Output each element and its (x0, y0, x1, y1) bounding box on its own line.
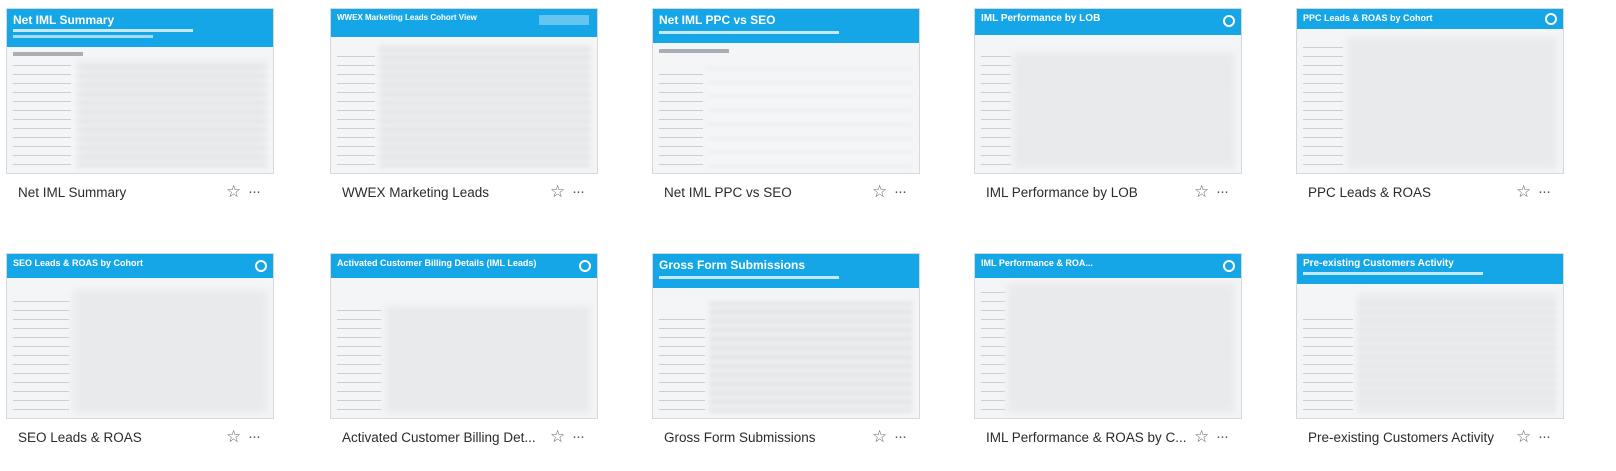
thumbnail-banner: Activated Customer Billing Details (IML … (331, 254, 597, 278)
thumbnail[interactable]: SEO Leads & ROAS by Cohort (6, 253, 274, 419)
card-title[interactable]: WWEX Marketing Leads (342, 185, 489, 200)
star-outline-icon[interactable]: ☆ (1194, 183, 1209, 200)
thumbnail-banner: Gross Form Submissions (653, 254, 919, 288)
star-outline-icon[interactable]: ☆ (226, 183, 241, 200)
blurred-table (73, 290, 267, 412)
star-outline-icon[interactable]: ☆ (1516, 183, 1531, 200)
card-title[interactable]: PPC Leads & ROAS (1308, 185, 1431, 200)
thumbnail[interactable]: Net IML Summary (6, 8, 274, 174)
card-title[interactable]: SEO Leads & ROAS (18, 430, 142, 445)
more-dots-icon[interactable]: ··· (1216, 184, 1229, 199)
thumbnail-title: SEO Leads & ROAS by Cohort (13, 258, 144, 268)
more-dots-icon[interactable]: ··· (572, 184, 585, 199)
card-title[interactable]: Activated Customer Billing Det... (342, 430, 536, 445)
blurred-table (1013, 51, 1235, 167)
thumbnail-banner: IML Performance by LOB (975, 9, 1241, 35)
star-outline-icon[interactable]: ☆ (226, 428, 241, 445)
blurred-table (77, 59, 267, 167)
more-dots-icon[interactable]: ··· (894, 429, 907, 444)
thumbnail-title: Gross Form Submissions (659, 258, 806, 272)
thumbnail-banner: Pre-existing Customers Activity (1297, 254, 1563, 284)
star-outline-icon[interactable]: ☆ (1194, 428, 1209, 445)
thumbnail-banner: IML Performance & ROA... (975, 254, 1241, 278)
more-dots-icon[interactable]: ··· (1538, 184, 1551, 199)
thumbnail-title: Net IML PPC vs SEO (659, 13, 776, 27)
thumbnail[interactable]: Activated Customer Billing Details (IML … (330, 253, 598, 419)
thumbnail-title: Net IML Summary (13, 13, 115, 27)
thumbnail[interactable]: WWEX Marketing Leads Cohort View (330, 8, 598, 174)
star-outline-icon[interactable]: ☆ (550, 428, 565, 445)
more-dots-icon[interactable]: ··· (894, 184, 907, 199)
blurred-table (709, 302, 913, 412)
blurred-table (1357, 294, 1557, 412)
more-dots-icon[interactable]: ··· (572, 429, 585, 444)
blurred-table (1347, 39, 1557, 167)
card-title[interactable]: IML Performance by LOB (986, 185, 1138, 200)
more-dots-icon[interactable]: ··· (1538, 429, 1551, 444)
thumbnail-banner: WWEX Marketing Leads Cohort View (331, 9, 597, 37)
more-dots-icon[interactable]: ··· (248, 184, 261, 199)
thumbnail-title: Activated Customer Billing Details (IML … (337, 258, 537, 268)
star-outline-icon[interactable]: ☆ (1516, 428, 1531, 445)
card-title[interactable]: Pre-existing Customers Activity (1308, 430, 1494, 445)
thumbnail[interactable]: Gross Form Submissions (652, 253, 920, 419)
thumbnail-banner: Net IML PPC vs SEO (653, 9, 919, 43)
thumbnail[interactable]: IML Performance by LOB (974, 8, 1242, 174)
thumbnail-banner: PPC Leads & ROAS by Cohort (1297, 9, 1563, 29)
thumbnail-title: WWEX Marketing Leads Cohort View (337, 13, 477, 22)
thumbnail-banner: SEO Leads & ROAS by Cohort (7, 254, 273, 278)
more-dots-icon[interactable]: ··· (248, 429, 261, 444)
thumbnail-title: IML Performance & ROA... (981, 258, 1093, 268)
card-title[interactable]: IML Performance & ROAS by C... (986, 430, 1187, 445)
thumbnail[interactable]: Pre-existing Customers Activity (1296, 253, 1564, 419)
card-title[interactable]: Gross Form Submissions (664, 430, 816, 445)
thumbnail-banner: Net IML Summary (7, 9, 273, 47)
star-outline-icon[interactable]: ☆ (872, 428, 887, 445)
star-outline-icon[interactable]: ☆ (550, 183, 565, 200)
thumbnail[interactable]: PPC Leads & ROAS by Cohort (1296, 8, 1564, 174)
more-dots-icon[interactable]: ··· (1216, 429, 1229, 444)
blurred-table (707, 65, 913, 167)
blurred-table (385, 304, 591, 412)
blurred-table (379, 45, 591, 167)
thumbnail-title: PPC Leads & ROAS by Cohort (1303, 13, 1433, 23)
blurred-table (1007, 284, 1235, 412)
star-outline-icon[interactable]: ☆ (872, 183, 887, 200)
thumbnail-title: Pre-existing Customers Activity (1303, 258, 1454, 269)
thumbnail[interactable]: Net IML PPC vs SEO (652, 8, 920, 174)
thumbnail[interactable]: IML Performance & ROA... (974, 253, 1242, 419)
card-title[interactable]: Net IML Summary (18, 185, 126, 200)
card-title[interactable]: Net IML PPC vs SEO (664, 185, 792, 200)
thumbnail-title: IML Performance by LOB (981, 13, 1101, 24)
